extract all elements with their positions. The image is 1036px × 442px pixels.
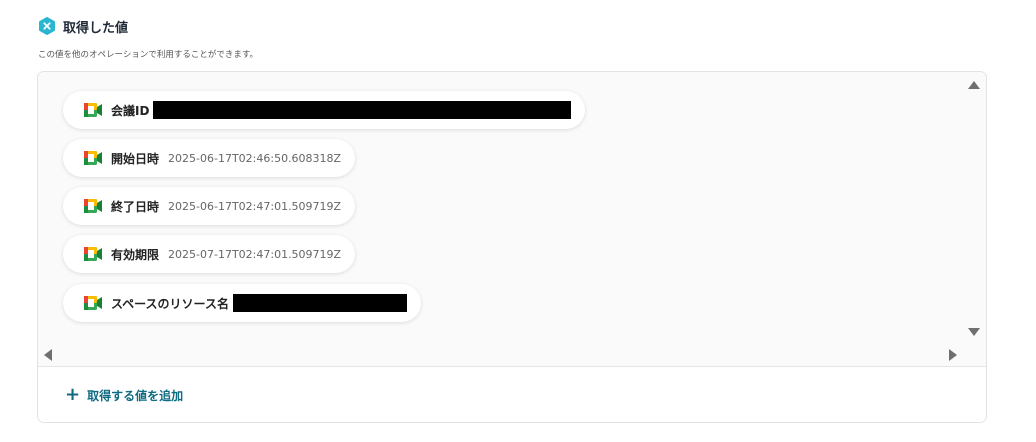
google-meet-icon — [84, 103, 102, 117]
values-scroll-area[interactable]: 会議ID 開始日時 2025-06-17T02:46:50.608318Z 終了… — [38, 72, 963, 344]
divider — [38, 366, 986, 367]
plus-icon: + — [65, 384, 81, 405]
scroll-down-arrow-icon[interactable] — [968, 328, 980, 336]
section-title: 取得した値 — [63, 20, 129, 36]
vertical-scrollbar[interactable] — [962, 72, 986, 344]
section-header: 取得した値 — [38, 16, 128, 36]
value-text: 2025-06-17T02:46:50.608318Z — [168, 151, 342, 165]
scroll-right-arrow-icon[interactable] — [949, 349, 957, 361]
value-text: 2025-06-17T02:47:01.509719Z — [168, 199, 342, 213]
x-badge-icon — [39, 17, 55, 35]
value-text: 2025-07-17T02:47:01.509719Z — [168, 247, 342, 261]
add-value-label: 取得する値を追加 — [87, 388, 184, 403]
section-subtitle: この値を他のオペレーションで利用することができます。 — [38, 50, 258, 60]
value-label: 終了日時 — [111, 199, 160, 214]
add-value-button[interactable]: + 取得する値を追加 — [65, 385, 183, 405]
value-label: 会議ID — [111, 103, 150, 118]
value-chip-space-resource-name[interactable]: スペースのリソース名 — [63, 284, 421, 322]
horizontal-scrollbar[interactable] — [38, 344, 986, 366]
google-meet-icon — [84, 247, 102, 261]
value-label: スペースのリソース名 — [111, 296, 229, 311]
google-meet-icon — [84, 151, 102, 165]
scroll-up-arrow-icon[interactable] — [968, 81, 980, 89]
scroll-left-arrow-icon[interactable] — [44, 349, 52, 361]
redacted-value — [153, 101, 572, 119]
values-panel: 会議ID 開始日時 2025-06-17T02:46:50.608318Z 終了… — [37, 71, 987, 423]
google-meet-icon — [84, 296, 102, 310]
value-chip-meeting-id[interactable]: 会議ID — [63, 91, 586, 129]
value-label: 有効期限 — [111, 247, 160, 262]
redacted-value — [232, 294, 407, 312]
value-label: 開始日時 — [111, 151, 160, 166]
value-chip-start-time[interactable]: 開始日時 2025-06-17T02:46:50.608318Z — [63, 139, 356, 177]
value-chip-expiration[interactable]: 有効期限 2025-07-17T02:47:01.509719Z — [63, 235, 356, 273]
google-meet-icon — [84, 199, 102, 213]
value-chip-end-time[interactable]: 終了日時 2025-06-17T02:47:01.509719Z — [63, 187, 356, 225]
